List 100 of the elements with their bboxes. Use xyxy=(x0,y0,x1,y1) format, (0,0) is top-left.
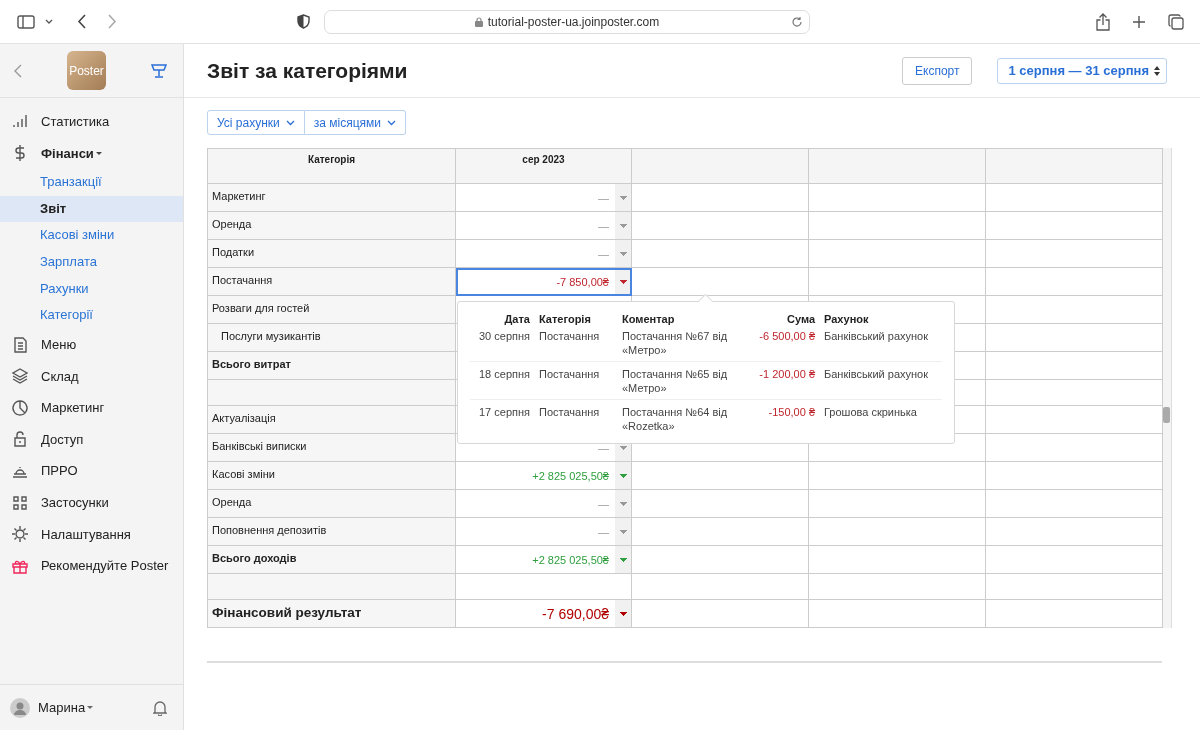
category-cell: Всього витрат xyxy=(208,352,456,380)
category-cell: Маркетинг xyxy=(208,184,456,212)
sidebar-label: Доступ xyxy=(41,431,84,447)
sidebar-label: Маркетинг xyxy=(41,400,105,416)
sidebar-item[interactable]: Склад xyxy=(0,360,183,392)
amount-value: — xyxy=(598,525,610,540)
account-text: Банківський рахунок xyxy=(824,367,929,381)
amount-value: +2 825 025,50₴ xyxy=(532,469,610,484)
lock-icon xyxy=(474,16,483,27)
category-cell: Оренда xyxy=(208,212,456,240)
comment-text: Постачання №65 від «Метро» xyxy=(622,367,729,395)
expand-button[interactable] xyxy=(615,462,631,489)
sidebar-icon xyxy=(11,430,29,449)
back-icon[interactable] xyxy=(77,14,86,29)
sidebar-item[interactable]: ПРРО xyxy=(0,455,183,487)
category-text: Постачання xyxy=(539,367,601,381)
sidebar-icon xyxy=(11,367,29,386)
table-cell[interactable]: — xyxy=(456,518,632,546)
category-cell: Актуалізація xyxy=(208,406,456,434)
export-button[interactable]: Експорт xyxy=(902,56,973,85)
sidebar-label: Налаштування xyxy=(41,526,131,542)
new-tab-icon[interactable] xyxy=(1132,14,1146,29)
sidebar-item[interactable]: Меню xyxy=(0,328,183,361)
sidebar-item[interactable]: Налаштування xyxy=(0,518,183,550)
sidebar-item[interactable]: Статистика xyxy=(0,106,183,138)
sidebar-label: Застосунки xyxy=(41,495,109,510)
sidebar-icon xyxy=(11,335,29,354)
popover-column-header: Категорія xyxy=(539,312,592,326)
filter-dropdown[interactable]: за місяцями xyxy=(304,110,406,135)
url-text: tutorial-poster-ua.joinposter.com xyxy=(487,14,660,29)
filter-dropdown[interactable]: Усі рахунки xyxy=(207,110,305,135)
table-cell[interactable]: +2 825 025,50₴ xyxy=(456,546,632,574)
sidebar-label: Рекомендуйте Poster xyxy=(41,558,169,574)
sidebar-label: Меню xyxy=(41,337,77,353)
sidebar-icon xyxy=(11,398,29,417)
amount-value: — xyxy=(598,441,610,456)
sidebar-subitem[interactable]: Касові зміни xyxy=(0,222,183,249)
sidebar-label: ПРРО xyxy=(41,463,78,479)
expand-button[interactable] xyxy=(615,268,631,295)
table-cell[interactable]: — xyxy=(456,490,632,518)
popover-column-header: Сума xyxy=(785,312,815,326)
period-picker[interactable]: 1 серпня — 31 серпня xyxy=(997,57,1167,84)
sidebar-subitem[interactable]: Транзакції xyxy=(0,169,183,196)
sidebar-subitem[interactable]: Категорії xyxy=(0,302,183,329)
sidebar-label: Склад xyxy=(41,368,79,384)
forward-icon[interactable] xyxy=(108,14,117,29)
popover-column-header: Дата xyxy=(503,312,530,326)
table-cell[interactable]: — xyxy=(456,212,632,240)
sidebar-icon xyxy=(11,525,29,544)
account-text: Грошова скринька xyxy=(824,405,917,419)
table-cell[interactable]: +2 825 025,50₴ xyxy=(456,462,632,490)
sidebar-subitem[interactable]: Рахунки xyxy=(0,275,183,303)
category-cell: Податки xyxy=(208,240,456,268)
amount-value: +2 825 025,50₴ xyxy=(532,553,610,568)
shield-icon[interactable] xyxy=(297,14,310,29)
sidebar-item[interactable]: Маркетинг xyxy=(0,391,183,424)
user-name[interactable]: Марина xyxy=(38,700,86,715)
sidebar-label: Фінанси xyxy=(41,145,94,161)
bell-icon[interactable] xyxy=(153,699,167,716)
avatar-icon[interactable] xyxy=(10,697,30,718)
category-cell: Постачання xyxy=(208,268,456,296)
category-cell: Банківські виписки xyxy=(208,434,456,462)
table-cell[interactable]: — xyxy=(456,240,632,268)
date-text: 18 серпня xyxy=(478,367,530,381)
scrollbar-thumb[interactable] xyxy=(1163,407,1170,423)
amount-value: -7 850,00₴ xyxy=(556,275,610,290)
terminal-icon[interactable] xyxy=(151,62,167,79)
category-cell: Оренда xyxy=(208,490,456,518)
amount-text: -1 200,00 ₴ xyxy=(758,367,815,381)
address-bar[interactable]: tutorial-poster-ua.joinposter.com xyxy=(324,9,810,34)
share-icon[interactable] xyxy=(1096,12,1110,31)
tabs-icon[interactable] xyxy=(1168,13,1184,30)
chevron-down-icon[interactable] xyxy=(45,18,53,25)
sidebar-item[interactable]: Рекомендуйте Poster xyxy=(0,549,183,582)
sidebar-subitem[interactable]: Звіт xyxy=(0,195,183,223)
amount-text: -6 500,00 ₴ xyxy=(758,329,815,343)
popover-column-header: Рахунок xyxy=(824,312,869,326)
table-cell[interactable]: — xyxy=(456,184,632,212)
amount-value: — xyxy=(598,497,610,512)
chevron-down-icon xyxy=(285,119,295,126)
category-cell: Фінансовий результат xyxy=(208,600,456,628)
expand-button[interactable] xyxy=(615,600,631,627)
sidebar-subitem[interactable]: Зарплата xyxy=(0,248,183,276)
category-text: Постачання xyxy=(539,329,601,343)
reload-icon[interactable] xyxy=(791,15,803,28)
collapse-icon[interactable] xyxy=(14,63,22,78)
caret-icon xyxy=(87,706,94,709)
amount-text: -150,00 ₴ xyxy=(767,405,815,419)
table-cell[interactable]: -7 690,00₴ xyxy=(456,600,632,628)
amount-value: — xyxy=(598,219,610,234)
sidebar-item[interactable]: Фінанси xyxy=(0,137,183,170)
account-text: Банківський рахунок xyxy=(824,329,929,343)
sidebar-toggle-icon[interactable] xyxy=(17,14,35,29)
comment-text: Постачання №64 від «Rozetka» xyxy=(622,405,729,433)
sort-arrows-icon xyxy=(1154,65,1160,76)
sidebar-item[interactable]: Застосунки xyxy=(0,486,183,519)
category-cell: Всього доходів xyxy=(208,546,456,574)
sidebar-item[interactable]: Доступ xyxy=(0,423,183,456)
page-title: Звіт за категоріями xyxy=(207,58,409,83)
expand-button[interactable] xyxy=(615,546,631,573)
